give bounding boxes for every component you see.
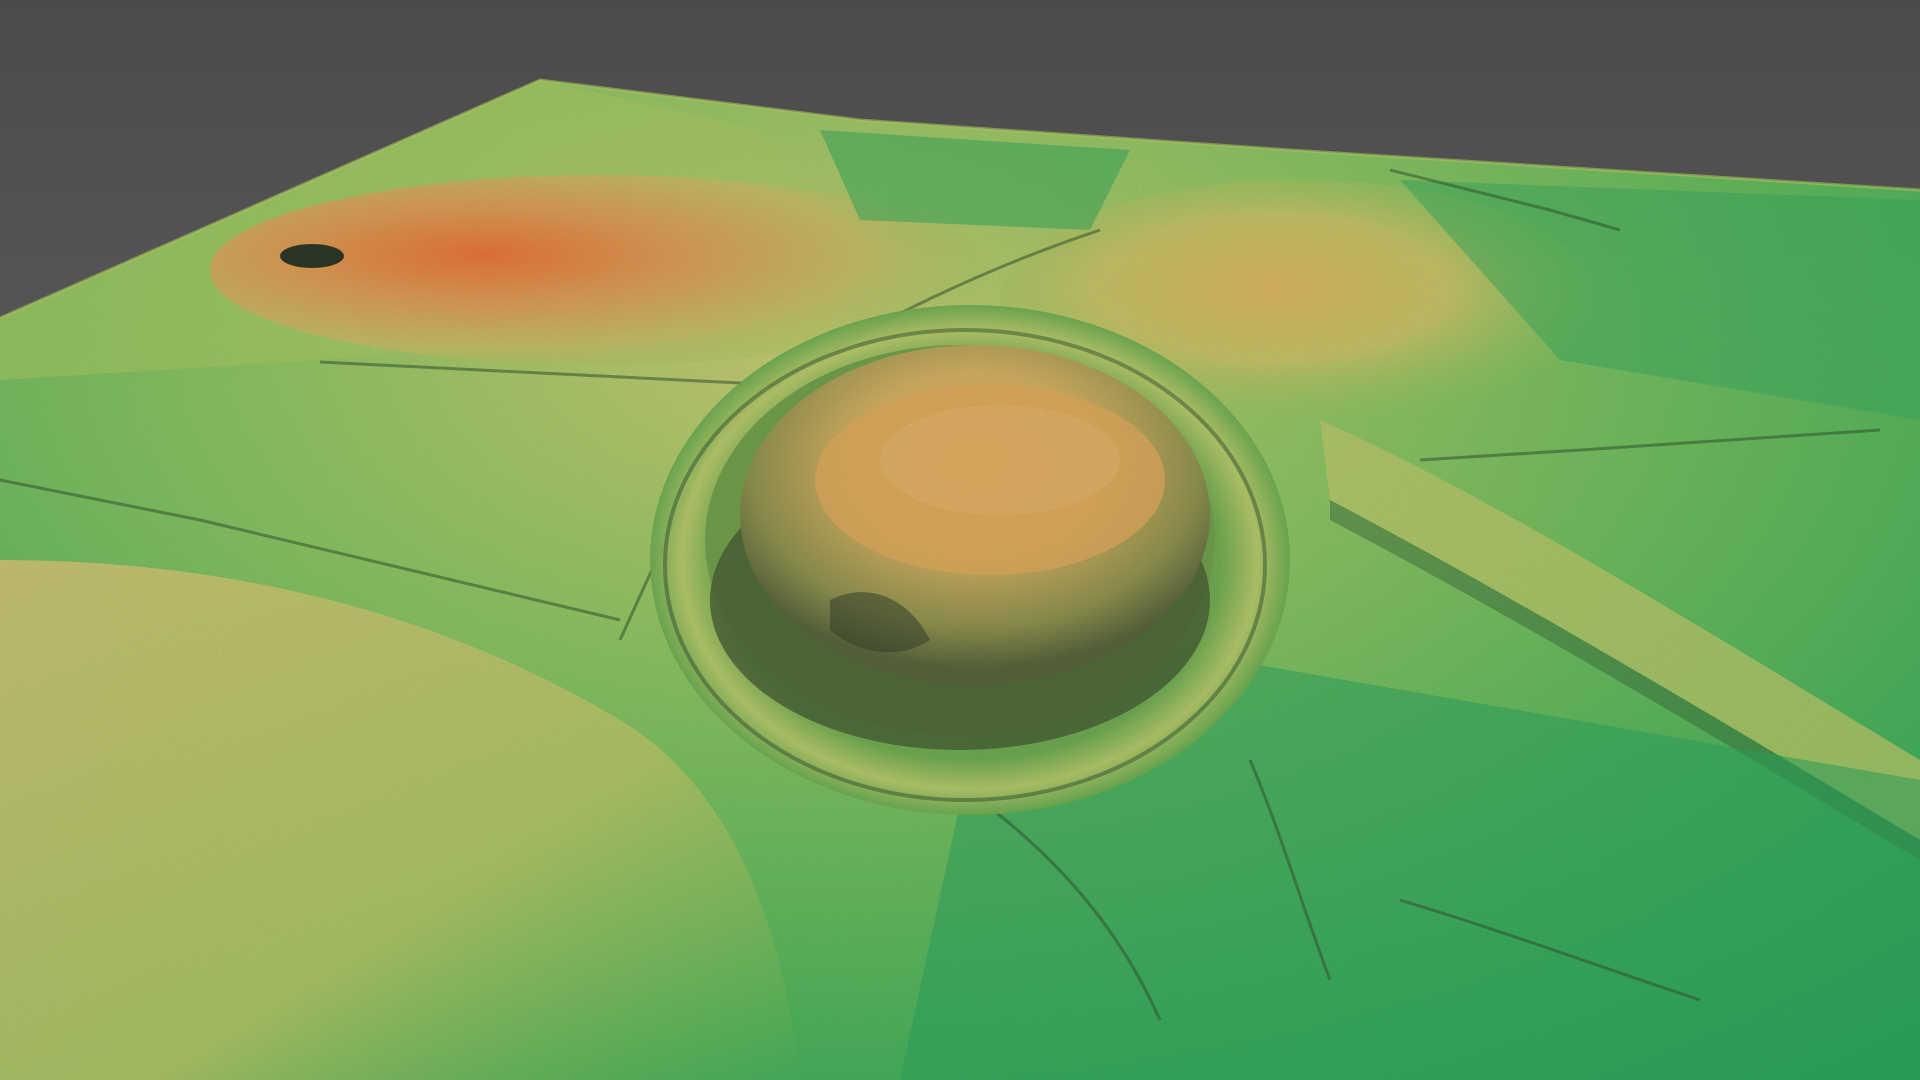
terrain-render: [0, 0, 1920, 1080]
terrain-render-scene: [0, 0, 1920, 1080]
